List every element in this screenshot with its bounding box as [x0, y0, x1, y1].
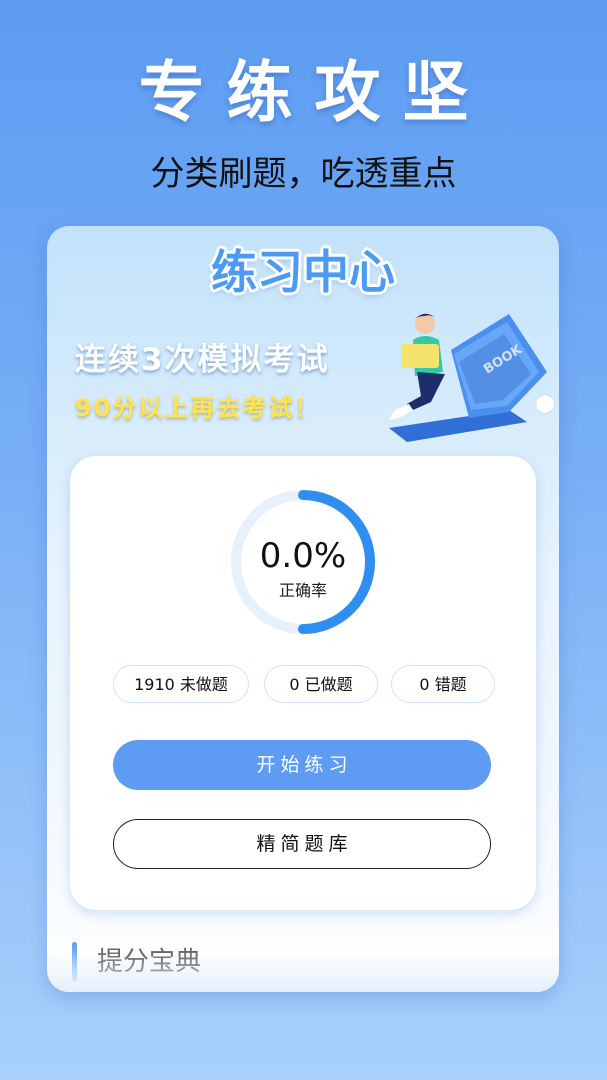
hero-title: 专练攻坚	[138, 53, 491, 131]
accuracy-ring: 0.0% 正确率	[227, 486, 379, 638]
practice-stats-panel: 0.0% 正确率 1910 未做题 0 已做题 0 错题 开始练习 精简题库	[70, 456, 536, 910]
start-practice-button[interactable]: 开始练习	[113, 740, 491, 790]
card-bottom-fade	[47, 952, 559, 992]
answered-count-pill[interactable]: 0 已做题	[264, 665, 378, 703]
hero-subtitle: 分类刷题，吃透重点	[150, 154, 457, 194]
banner-text-highlight: 90分以上再去考试！	[75, 394, 321, 422]
accuracy-value: 0.0%	[259, 536, 347, 576]
refined-question-bank-button[interactable]: 精简题库	[113, 819, 491, 869]
practice-center-heading: 练习中心	[211, 245, 395, 299]
practice-center-card: 练习中心 连续3次模拟考试 90分以上再去考试！ BOOK 0.0% 正确率 1…	[47, 226, 559, 992]
accuracy-label: 正确率	[278, 581, 327, 600]
wrong-count-pill[interactable]: 0 错题	[391, 665, 495, 703]
reading-person-illustration: BOOK	[389, 313, 555, 442]
unanswered-count-pill[interactable]: 1910 未做题	[113, 665, 249, 703]
banner-text-primary: 连续3次模拟考试	[75, 342, 330, 378]
